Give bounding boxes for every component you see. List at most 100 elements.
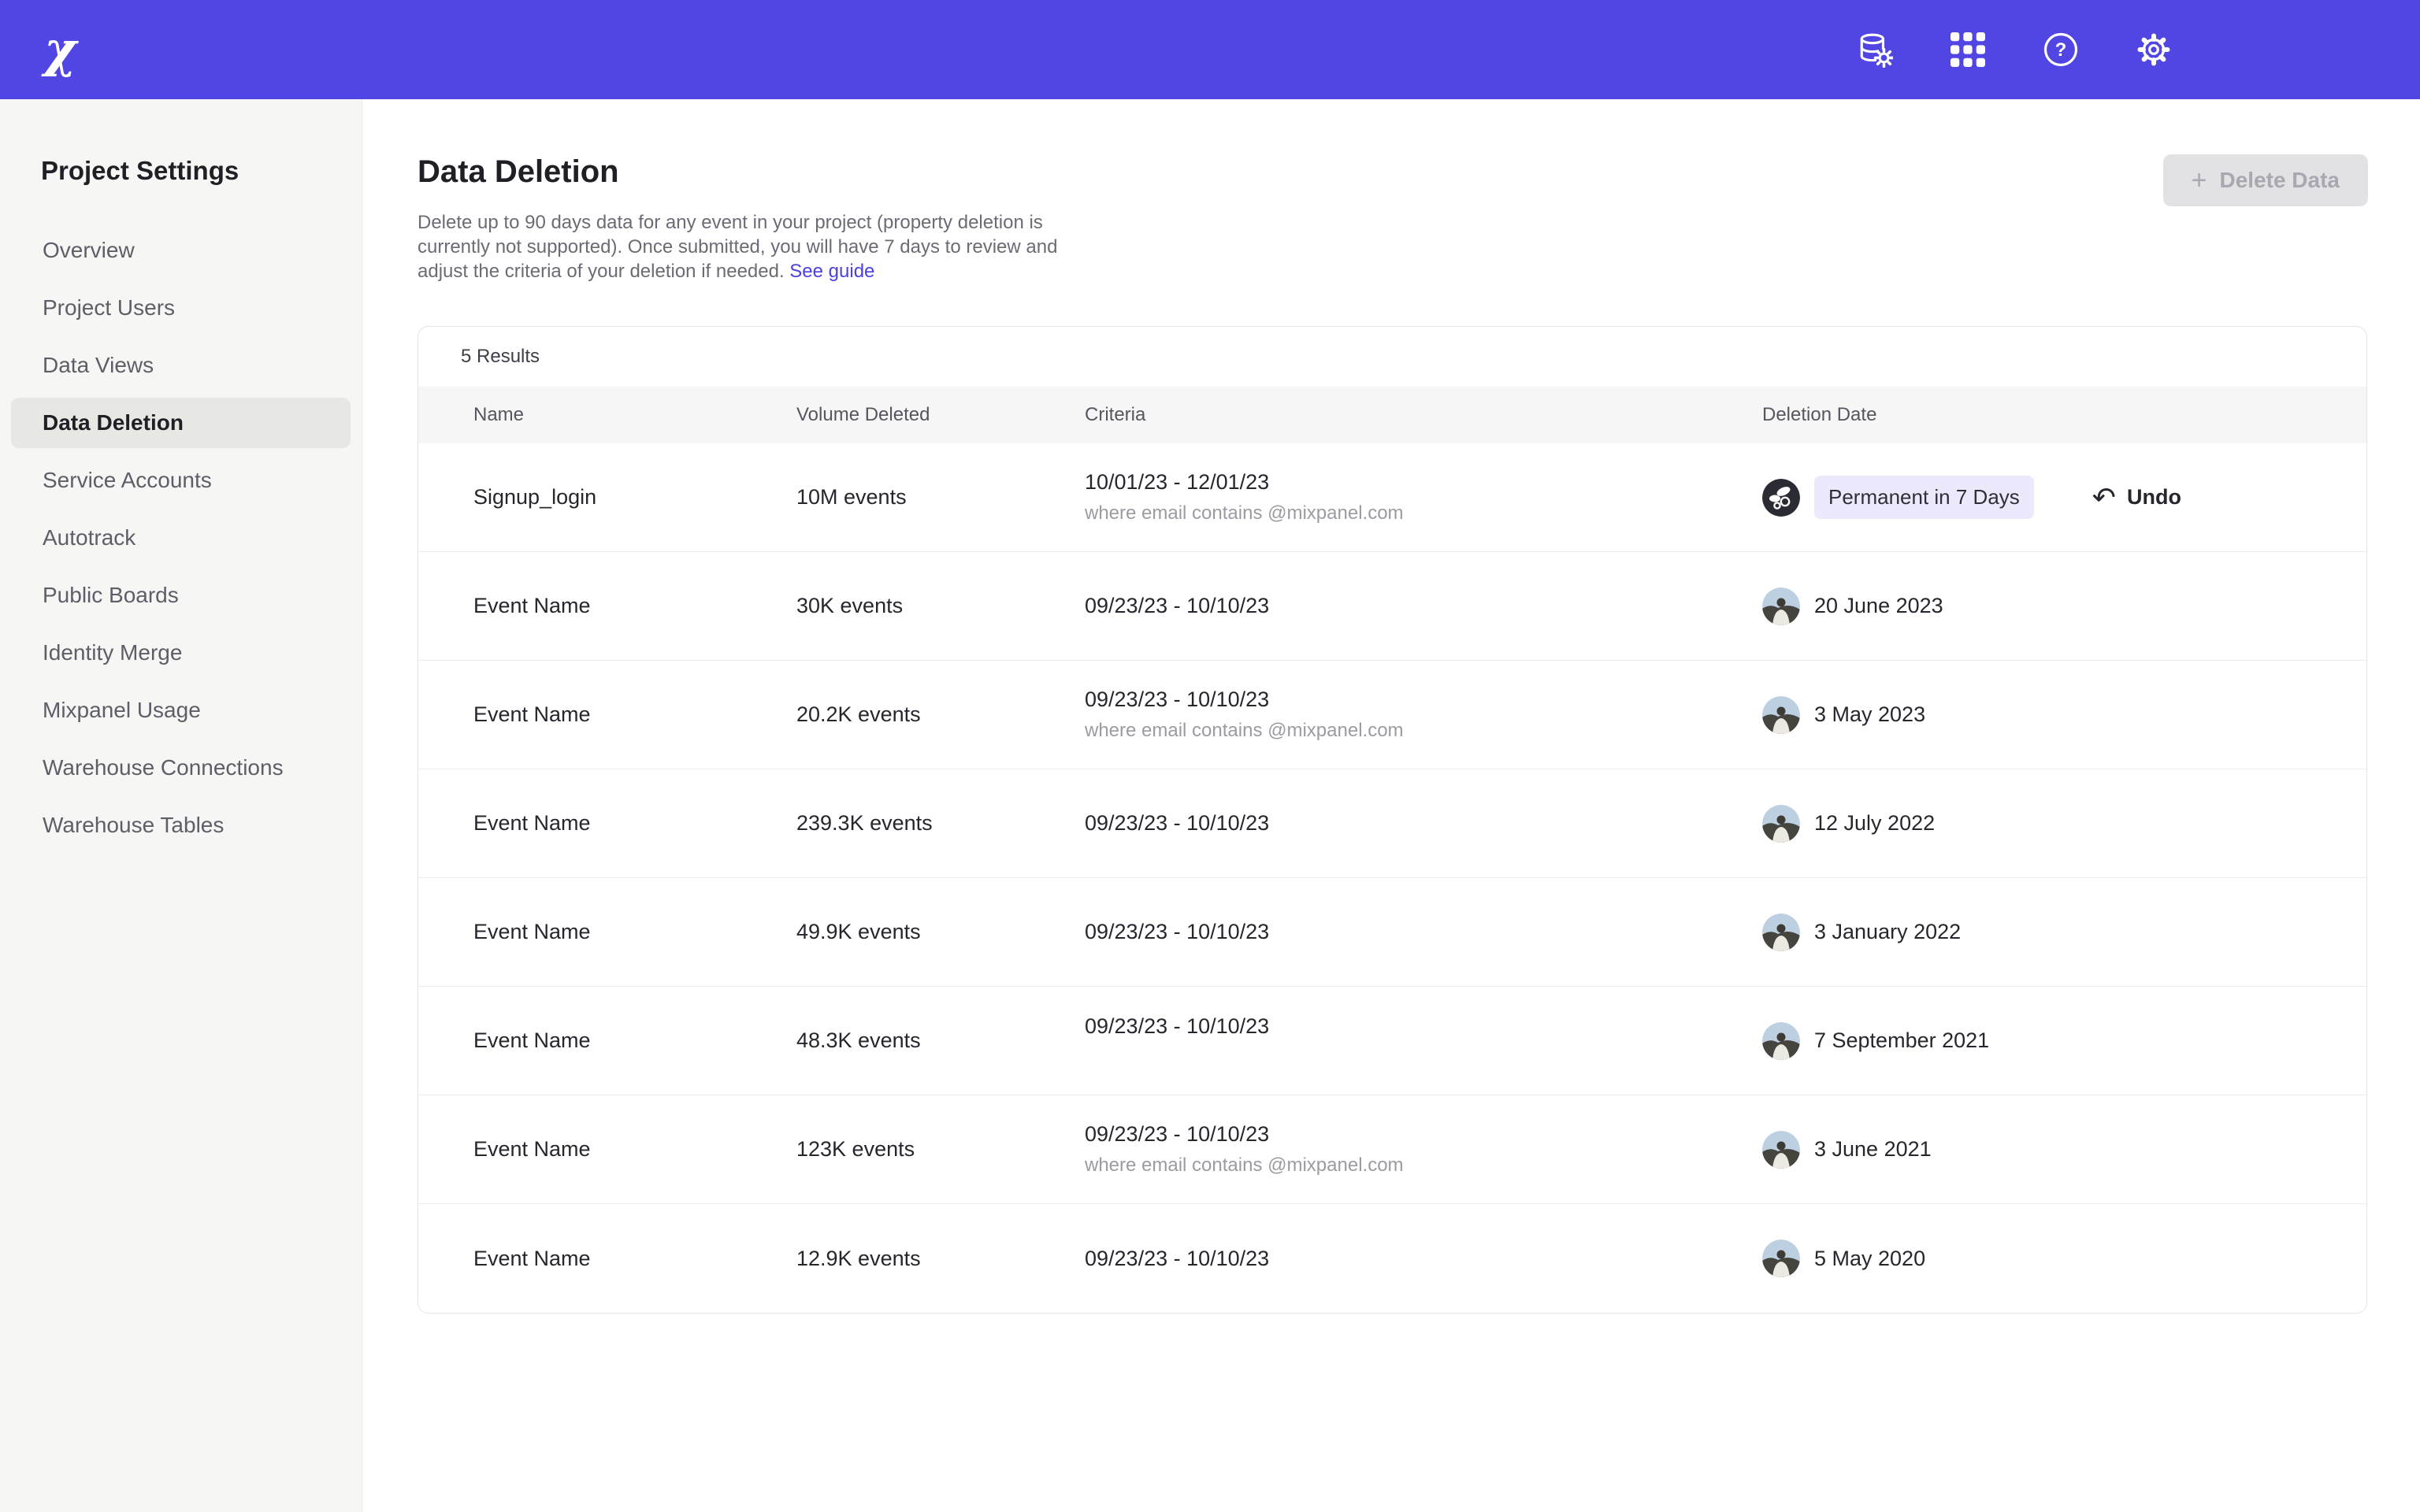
- row-criteria: 09/23/23 - 10/10/23 where email contains…: [1085, 1122, 1762, 1177]
- page-title: Data Deletion: [418, 154, 1103, 190]
- row-criteria: 09/23/23 - 10/10/23: [1085, 920, 1762, 944]
- row-deletion-date: 3 May 2023: [1762, 696, 2366, 734]
- avatar: [1762, 479, 1800, 517]
- row-criteria: 09/23/23 - 10/10/23: [1085, 594, 1762, 618]
- row-volume: 123K events: [796, 1137, 1085, 1162]
- data-management-icon[interactable]: [1857, 32, 1893, 68]
- help-icon[interactable]: ?: [2043, 32, 2079, 68]
- row-deletion-date: 3 June 2021: [1762, 1131, 2366, 1169]
- mixpanel-logo[interactable]: χ: [44, 25, 76, 74]
- row-criteria: 09/23/23 - 10/10/23 where email contains…: [1085, 687, 1762, 742]
- undo-button-label: Undo: [2127, 485, 2181, 510]
- sidebar-item-overview[interactable]: Overview: [11, 225, 351, 276]
- row-deletion-date: 12 July 2022: [1762, 805, 2366, 843]
- table-row: Event Name 123K events 09/23/23 - 10/10/…: [418, 1095, 2366, 1204]
- avatar: [1762, 696, 1800, 734]
- deletion-date-text: 20 June 2023: [1814, 594, 1943, 618]
- undo-icon: ↶: [2092, 484, 2116, 512]
- row-criteria: 10/01/23 - 12/01/23 where email contains…: [1085, 470, 1762, 524]
- criteria-range: 09/23/23 - 10/10/23: [1085, 687, 1762, 712]
- row-name: Event Name: [418, 811, 796, 836]
- plus-icon: +: [2192, 167, 2207, 194]
- deletion-date-text: 5 May 2020: [1814, 1247, 1925, 1271]
- sidebar-item-warehouse-connections[interactable]: Warehouse Connections: [11, 743, 351, 793]
- sidebar-title: Project Settings: [0, 156, 362, 186]
- deletion-date-text: 3 June 2021: [1814, 1137, 1932, 1162]
- row-deletion-date: 5 May 2020: [1762, 1240, 2366, 1277]
- row-deletion-date: 20 June 2023: [1762, 587, 2366, 625]
- sidebar-item-data-deletion[interactable]: Data Deletion: [11, 398, 351, 448]
- criteria-range: 09/23/23 - 10/10/23: [1085, 1014, 1762, 1039]
- table-row: Event Name 239.3K events 09/23/23 - 10/1…: [418, 769, 2366, 878]
- avatar: [1762, 1131, 1800, 1169]
- row-criteria: 09/23/23 - 10/10/23: [1085, 811, 1762, 836]
- page-description: Delete up to 90 days data for any event …: [418, 210, 1103, 284]
- table-row: Signup_login 10M events 10/01/23 - 12/01…: [418, 443, 2366, 552]
- row-name: Event Name: [418, 1247, 796, 1271]
- row-volume: 239.3K events: [796, 811, 1085, 836]
- undo-button[interactable]: ↶ Undo: [2092, 484, 2181, 512]
- row-name: Signup_login: [418, 485, 796, 510]
- avatar: [1762, 1240, 1800, 1277]
- status-badge: Permanent in 7 Days: [1814, 476, 2034, 519]
- table-row: Event Name 48.3K events 09/23/23 - 10/10…: [418, 987, 2366, 1095]
- row-volume: 20.2K events: [796, 702, 1085, 727]
- row-name: Event Name: [418, 594, 796, 618]
- sidebar-item-service-accounts[interactable]: Service Accounts: [11, 455, 351, 506]
- avatar: [1762, 587, 1800, 625]
- row-volume: 48.3K events: [796, 1028, 1085, 1053]
- row-name: Event Name: [418, 1028, 796, 1053]
- sidebar-item-data-views[interactable]: Data Views: [11, 340, 351, 391]
- results-count: 5 Results: [418, 327, 2366, 387]
- sidebar-item-warehouse-tables[interactable]: Warehouse Tables: [11, 800, 351, 850]
- main-content: Data Deletion Delete up to 90 days data …: [362, 99, 2420, 1512]
- page-description-text: Delete up to 90 days data for any event …: [418, 212, 1057, 282]
- row-name: Event Name: [418, 920, 796, 944]
- apps-grid-icon[interactable]: [1950, 32, 1986, 68]
- column-header-name: Name: [418, 404, 796, 426]
- sidebar-item-public-boards[interactable]: Public Boards: [11, 570, 351, 621]
- sidebar-item-mixpanel-usage[interactable]: Mixpanel Usage: [11, 685, 351, 736]
- row-deletion-date: Permanent in 7 Days ↶ Undo: [1762, 476, 2366, 519]
- criteria-subtext: where email contains @mixpanel.com: [1085, 720, 1762, 742]
- table-row: Event Name 30K events 09/23/23 - 10/10/2…: [418, 552, 2366, 661]
- row-volume: 10M events: [796, 485, 1085, 510]
- criteria-subtext: where email contains @mixpanel.com: [1085, 1154, 1762, 1177]
- row-volume: 30K events: [796, 594, 1085, 618]
- sidebar-item-autotrack[interactable]: Autotrack: [11, 513, 351, 563]
- criteria-range: 09/23/23 - 10/10/23: [1085, 920, 1762, 944]
- row-deletion-date: 7 September 2021: [1762, 1022, 2366, 1060]
- criteria-range: 09/23/23 - 10/10/23: [1085, 1247, 1762, 1271]
- see-guide-link[interactable]: See guide: [789, 261, 874, 282]
- criteria-subtext: where email contains @mixpanel.com: [1085, 502, 1762, 524]
- table-row: Event Name 49.9K events 09/23/23 - 10/10…: [418, 878, 2366, 987]
- row-volume: 49.9K events: [796, 920, 1085, 944]
- row-deletion-date: 3 January 2022: [1762, 914, 2366, 951]
- row-criteria: 09/23/23 - 10/10/23: [1085, 1028, 1762, 1053]
- deletion-date-text: 12 July 2022: [1814, 811, 1935, 836]
- table-row: Event Name 12.9K events 09/23/23 - 10/10…: [418, 1204, 2366, 1313]
- table-row: Event Name 20.2K events 09/23/23 - 10/10…: [418, 661, 2366, 769]
- page-header: Data Deletion Delete up to 90 days data …: [418, 154, 2368, 284]
- deletion-date-text: 3 January 2022: [1814, 920, 1961, 944]
- column-header-deletion-date: Deletion Date: [1762, 404, 2366, 426]
- top-navigation-bar: χ: [0, 0, 2420, 99]
- column-header-criteria: Criteria: [1085, 404, 1762, 426]
- delete-data-button[interactable]: + Delete Data: [2163, 154, 2368, 206]
- avatar: [1762, 1022, 1800, 1060]
- settings-gear-icon[interactable]: [2136, 32, 2172, 68]
- row-name: Event Name: [418, 702, 796, 727]
- avatar: [1762, 914, 1800, 951]
- delete-data-button-label: Delete Data: [2219, 168, 2340, 193]
- sidebar-item-identity-merge[interactable]: Identity Merge: [11, 628, 351, 678]
- sidebar-item-project-users[interactable]: Project Users: [11, 283, 351, 333]
- criteria-range: 09/23/23 - 10/10/23: [1085, 811, 1762, 836]
- criteria-range: 10/01/23 - 12/01/23: [1085, 470, 1762, 495]
- topbar-icon-group: ?: [1857, 32, 2172, 68]
- criteria-range: 09/23/23 - 10/10/23: [1085, 1122, 1762, 1147]
- criteria-range: 09/23/23 - 10/10/23: [1085, 594, 1762, 618]
- column-header-volume: Volume Deleted: [796, 404, 1085, 426]
- deletion-date-text: 3 May 2023: [1814, 702, 1925, 727]
- deletion-date-text: 7 September 2021: [1814, 1028, 1989, 1053]
- project-settings-sidebar: Project Settings Overview Project Users …: [0, 99, 362, 1512]
